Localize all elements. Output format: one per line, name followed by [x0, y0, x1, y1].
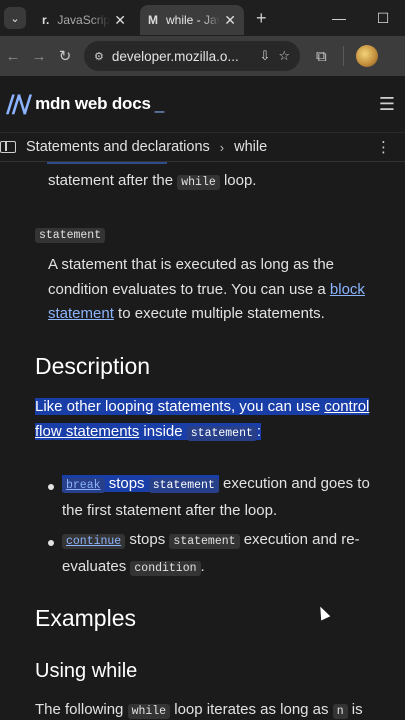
tab-search-button[interactable]: ⌄ — [4, 7, 26, 29]
forward-arrow-icon[interactable]: → — [26, 48, 52, 65]
inline-code: while — [177, 175, 220, 190]
inline-code: statement — [186, 425, 257, 441]
mdn-logo-cursor: _ — [154, 94, 165, 113]
tab-title: while - JavaScript — [166, 13, 221, 27]
paragraph-condition-tail: statement after the while loop. — [48, 172, 257, 190]
mdn-logo-icon: //\/ — [6, 90, 32, 118]
breadcrumb-item-statements[interactable]: Statements and declarations — [26, 139, 210, 155]
close-icon[interactable]: ✕ — [224, 12, 236, 29]
paragraph-statement: A statement that is executed as long as … — [48, 256, 365, 322]
breadcrumb-item-while[interactable]: while — [234, 139, 267, 155]
url-text: developer.mozilla.o... — [111, 48, 239, 64]
reload-icon[interactable]: ↻ — [52, 47, 78, 65]
inline-code: while — [127, 704, 171, 719]
param-term: statement — [35, 222, 106, 249]
inline-code: statement — [169, 534, 240, 549]
tab-favicon: r. — [42, 13, 50, 27]
tab-while[interactable]: M while - JavaScript ✕ — [140, 5, 244, 35]
chevron-right-icon: › — [219, 139, 225, 155]
list-item-break: break stops statement execution and goes… — [62, 475, 370, 519]
menu-hamburger-icon[interactable]: ☰ — [379, 94, 395, 115]
tab-title: JavaScript — [57, 13, 111, 27]
maximize-icon[interactable]: ☐ — [361, 10, 405, 27]
toolbar-divider — [342, 46, 344, 66]
tab-bar: ⌄ r. JavaScript ✕ M while - JavaScript ✕… — [0, 0, 405, 36]
mdn-header: //\/ mdn web docs _ ☰ — [0, 76, 405, 133]
sidebar-toggle-icon[interactable] — [0, 141, 16, 153]
minimize-icon[interactable]: — — [317, 10, 361, 27]
install-app-icon[interactable]: ⇩ — [259, 48, 270, 64]
address-bar: ← → ↻ ⚙ developer.mozilla.o... ⇩ ☆ ⧉ — [0, 36, 405, 76]
inline-code: statement — [35, 228, 106, 243]
mdn-logo[interactable]: //\/ mdn web docs _ — [6, 90, 164, 118]
clipped-link-fragment[interactable] — [47, 162, 167, 164]
chevron-down-icon: ⌄ — [10, 12, 20, 25]
break-link[interactable]: break — [62, 478, 105, 493]
heading-using-while: Using while — [35, 660, 138, 682]
paragraph-example-intro: The following while loop iterates as lon… — [35, 701, 363, 719]
mdn-favicon: M — [148, 13, 158, 27]
mdn-logo-text: mdn web docs — [35, 94, 151, 113]
more-options-icon[interactable]: ⋮ — [376, 138, 391, 156]
heading-description: Description — [35, 353, 151, 379]
extensions-puzzle-icon[interactable]: ⧉ — [316, 48, 327, 65]
profile-avatar[interactable] — [355, 45, 378, 67]
tab-javascript[interactable]: r. JavaScript ✕ — [34, 5, 134, 35]
inline-code: n — [332, 704, 348, 719]
inline-code: condition — [130, 560, 201, 576]
breadcrumb: Statements and declarations › while ⋮ — [0, 133, 405, 162]
site-settings-icon[interactable]: ⚙ — [94, 50, 104, 63]
list-item-continue: continue stops statement execution and r… — [62, 531, 360, 576]
list-bullet — [48, 484, 54, 490]
new-tab-plus-icon[interactable]: + — [256, 8, 267, 29]
continue-link[interactable]: continue — [62, 534, 126, 549]
url-omnibox[interactable]: ⚙ developer.mozilla.o... ⇩ ☆ — [84, 41, 300, 71]
heading-examples: Examples — [35, 605, 136, 631]
inline-code: statement — [148, 478, 219, 493]
list-bullet — [48, 540, 54, 546]
close-icon[interactable]: ✕ — [114, 12, 126, 29]
back-arrow-icon[interactable]: ← — [0, 48, 26, 65]
bookmark-star-icon[interactable]: ☆ — [278, 48, 290, 64]
window-controls: — ☐ — [317, 10, 405, 27]
article-content: statement after the while loop. statemen… — [0, 162, 405, 720]
mouse-pointer-icon — [315, 604, 331, 621]
paragraph-description: Like other looping statements, you can u… — [35, 398, 370, 441]
